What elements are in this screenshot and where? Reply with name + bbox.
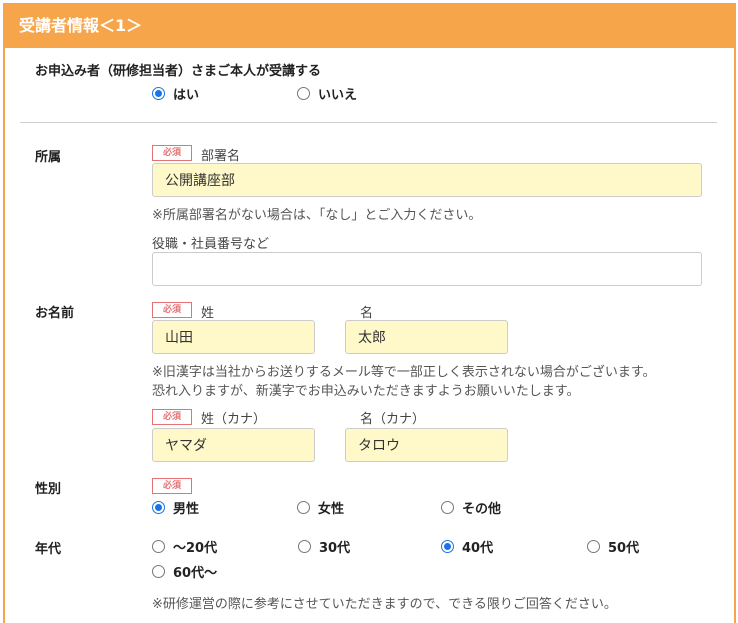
radio-dot bbox=[152, 501, 165, 514]
radio-dot bbox=[297, 87, 310, 100]
radio-dot bbox=[441, 540, 454, 553]
applicant-question-label: お申込み者（研修担当者）さまご本人が受講する bbox=[35, 64, 322, 79]
age-note: ※研修運営の際に参考にさせていただきますので、できる限りご回答ください。 bbox=[152, 597, 617, 612]
name-note-line1: ※旧漢字は当社からお送りするメール等で一部正しく表示されない場合がございます。 bbox=[152, 365, 656, 380]
radio-age-30s[interactable]: 30代 bbox=[298, 537, 350, 556]
section-header: 受講者情報＜1＞ bbox=[3, 3, 736, 48]
radio-gender-other[interactable]: その他 bbox=[441, 498, 501, 517]
radio-applicant-yes[interactable]: はい bbox=[152, 84, 199, 103]
gender-label: 性別 bbox=[35, 482, 62, 497]
radio-dot bbox=[587, 540, 600, 553]
position-label: 役職・社員番号など bbox=[152, 237, 270, 252]
divider bbox=[20, 122, 717, 123]
name-note-line2: 恐れ入りますが、新漢字でお申込みいただきますようお願いいたします。 bbox=[152, 384, 580, 399]
radio-dot bbox=[152, 540, 165, 553]
first-kana-input[interactable] bbox=[345, 428, 508, 462]
dept-note: ※所属部署名がない場合は、「なし」とご入力ください。 bbox=[152, 208, 482, 223]
age-label: 年代 bbox=[35, 542, 62, 557]
radio-gender-male[interactable]: 男性 bbox=[152, 498, 199, 517]
first-kana-label: 名（カナ） bbox=[360, 412, 426, 427]
dept-input[interactable] bbox=[152, 163, 702, 197]
position-input[interactable] bbox=[152, 252, 702, 286]
first-name-input[interactable] bbox=[345, 320, 508, 354]
name-label: お名前 bbox=[35, 306, 75, 321]
last-name-input[interactable] bbox=[152, 320, 315, 354]
radio-dot bbox=[152, 565, 165, 578]
section-title: 受講者情報＜1＞ bbox=[19, 16, 143, 35]
radio-applicant-no[interactable]: いいえ bbox=[297, 84, 357, 103]
required-badge: 必須 bbox=[152, 302, 192, 318]
radio-dot bbox=[152, 87, 165, 100]
radio-age-under20[interactable]: ～20代 bbox=[152, 537, 217, 556]
radio-age-40s[interactable]: 40代 bbox=[441, 537, 493, 556]
radio-gender-female[interactable]: 女性 bbox=[297, 498, 344, 517]
affiliation-label: 所属 bbox=[35, 150, 62, 165]
last-name-label: 姓 bbox=[201, 306, 215, 321]
radio-dot bbox=[298, 540, 311, 553]
last-kana-label: 姓（カナ） bbox=[201, 412, 267, 427]
radio-age-50s[interactable]: 50代 bbox=[587, 537, 639, 556]
last-kana-input[interactable] bbox=[152, 428, 315, 462]
required-badge: 必須 bbox=[152, 478, 192, 494]
required-badge: 必須 bbox=[152, 145, 192, 161]
dept-label: 部署名 bbox=[201, 149, 241, 164]
radio-dot bbox=[441, 501, 454, 514]
radio-dot bbox=[297, 501, 310, 514]
required-badge: 必須 bbox=[152, 409, 192, 425]
first-name-label: 名 bbox=[360, 306, 374, 321]
radio-age-60plus[interactable]: 60代～ bbox=[152, 562, 217, 581]
